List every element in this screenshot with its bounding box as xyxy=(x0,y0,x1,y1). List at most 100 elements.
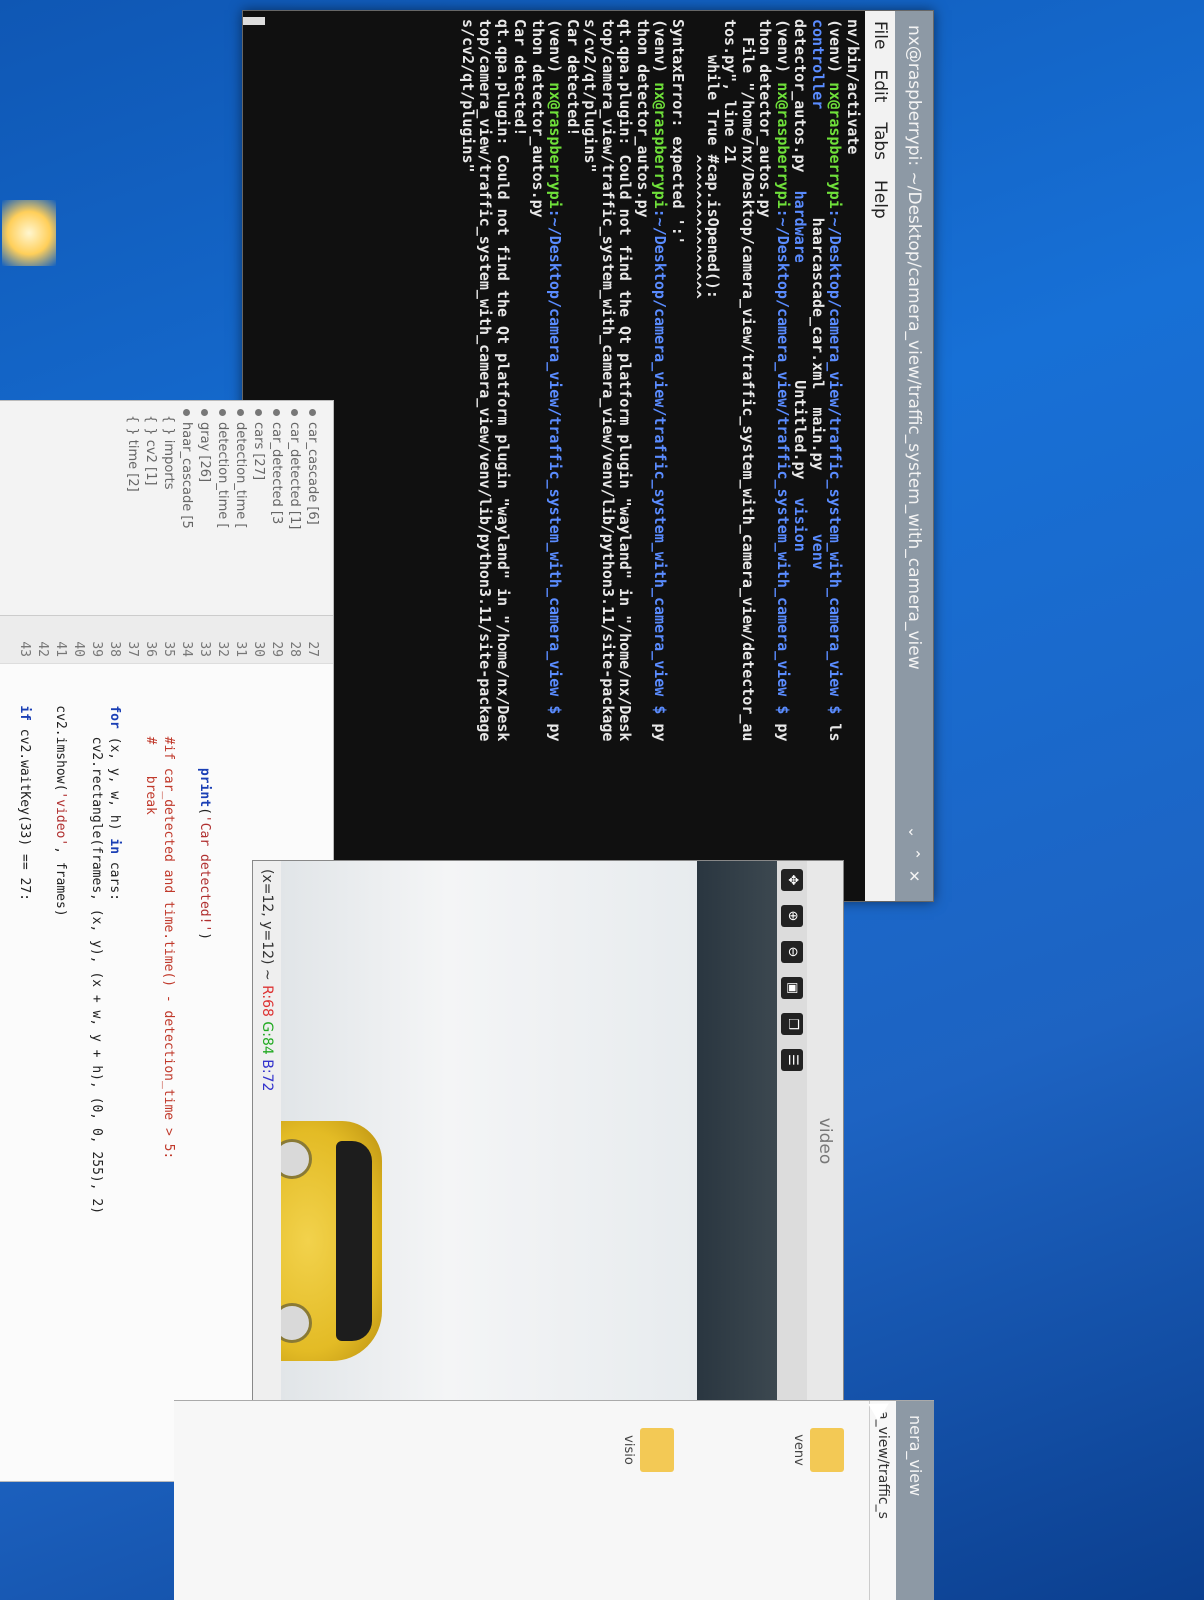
zoom-out-icon[interactable]: ⊖ xyxy=(781,941,803,963)
properties-icon[interactable]: ☰ xyxy=(781,1049,803,1071)
folder-vision[interactable]: visio xyxy=(621,1415,674,1485)
video-title: video xyxy=(815,1117,835,1165)
terminal-line: (venv) nx@raspberrypi:~/Desktop/camera_v… xyxy=(546,19,565,893)
code-line[interactable]: if cv2.waitKey(33) == 27: xyxy=(15,664,33,1481)
code-line[interactable] xyxy=(231,664,249,1481)
maximize-icon[interactable]: ⌃ xyxy=(905,843,923,865)
save-image-icon[interactable]: ▣ xyxy=(781,977,803,999)
minimize-icon[interactable]: ⌄ xyxy=(905,821,923,843)
terminal-text: nv/bin/activate xyxy=(844,19,862,155)
terminal-text: ls xyxy=(826,723,845,742)
menu-edit[interactable]: Edit xyxy=(870,69,890,102)
prompt-user: nx@raspberrypi xyxy=(546,82,565,209)
terminal-text: s/cv2/qt/plugins" xyxy=(581,19,600,173)
code-line[interactable] xyxy=(177,664,195,1481)
outline-item[interactable]: gray [26] xyxy=(195,401,213,615)
folder-label: visio xyxy=(621,1435,636,1465)
variable-icon xyxy=(309,409,316,416)
outline-item[interactable]: car_cascade [6] xyxy=(303,401,321,615)
terminal-text: py xyxy=(546,723,565,742)
outline-item[interactable]: detection_time [ xyxy=(213,401,231,615)
desktop: nx@raspberrypi: ~/Desktop/camera_view/tr… xyxy=(0,0,1204,1600)
zoom-in-icon[interactable]: ⊕ xyxy=(781,905,803,927)
prompt-path: :~/Desktop/camera_view/traffic_system_wi… xyxy=(826,208,845,724)
outline-item[interactable]: { } cv2 [1] xyxy=(141,401,159,615)
outline-item[interactable]: { } imports xyxy=(159,401,177,615)
outline-label: { } imports xyxy=(161,415,176,490)
menu-help[interactable]: Help xyxy=(870,180,890,219)
video-window[interactable]: video ✥ ⊕ ⊖ ▣ ❐ ☰ (x=12, y=12) ~ R:68 G:… xyxy=(252,860,844,1422)
terminal-text: File "/home/nx/Desktop/camera_view/traff… xyxy=(739,19,757,742)
terminal-text: haarcascade_car.xml main.py xyxy=(809,109,827,534)
video-background-floor xyxy=(697,861,777,1421)
outline-item[interactable]: car_detected [1] xyxy=(285,401,303,615)
variable-icon xyxy=(291,409,298,416)
outline-label: haar_cascade [5 xyxy=(179,422,194,529)
menu-tabs[interactable]: Tabs xyxy=(870,122,890,160)
line-number-gutter: 27 28 29 30 31 32 33 34 35 36 37 38 39 40 41 42 43 xyxy=(0,616,333,664)
line-number: 42 xyxy=(35,641,50,657)
terminal-window[interactable]: nx@raspberrypi: ~/Desktop/camera_view/tr… xyxy=(242,10,934,902)
terminal-line: (venv) nx@raspberrypi:~/Desktop/camera_v… xyxy=(651,19,670,893)
terminal-text: py xyxy=(651,723,670,742)
code-line[interactable]: #if car_detected and time.time() - detec… xyxy=(159,664,177,1481)
terminal-text: thon detector_autos.py xyxy=(529,19,547,218)
code-line[interactable]: print('Car detected!') xyxy=(195,664,213,1481)
outline-item[interactable]: detection_time [ xyxy=(231,401,249,615)
file-manager-title: nera_view xyxy=(896,1401,934,1600)
line-number: 39 xyxy=(89,641,104,657)
outline-item[interactable]: { } time [2] xyxy=(123,401,141,615)
folder-icon xyxy=(640,1428,674,1472)
terminal-text: Untitled.py xyxy=(791,262,810,498)
code-line[interactable] xyxy=(33,664,51,1481)
terminal-text: (venv) xyxy=(826,19,845,83)
outline-label: cars [27] xyxy=(251,422,266,481)
pan-icon[interactable]: ✥ xyxy=(781,869,803,891)
prompt-path: controller xyxy=(809,19,827,110)
terminal-text: (venv) xyxy=(774,19,792,83)
code-line[interactable]: # break xyxy=(141,664,159,1481)
code-line[interactable]: for (x, y, w, h) in cars: xyxy=(105,664,123,1481)
terminal-text: s/cv2/qt/plugins" xyxy=(459,19,477,173)
variable-icon xyxy=(201,409,208,416)
outline-item[interactable]: car_detected [3 xyxy=(267,401,285,615)
code-line[interactable] xyxy=(213,664,231,1481)
outline-item[interactable]: cars [27] xyxy=(249,401,267,615)
prompt-path: hardware xyxy=(791,190,810,263)
line-number: 27 xyxy=(305,641,320,657)
code-line[interactable]: cv2.rectangle(frames, (x, y), (x + w, y … xyxy=(87,664,105,1481)
file-manager-window[interactable]: nera_view a_view/traffic_s venv visio xyxy=(174,1400,934,1600)
outline-label: car_detected [3 xyxy=(269,422,284,525)
line-number: 32 xyxy=(215,641,230,657)
terminal-titlebar[interactable]: nx@raspberrypi: ~/Desktop/camera_view/tr… xyxy=(895,11,933,901)
terminal-line: thon detector_autos.py xyxy=(756,19,775,893)
copy-image-icon[interactable]: ❐ xyxy=(781,1013,803,1035)
terminal-line: while True #cap.isOpened(): xyxy=(704,19,722,893)
outline-label: car_cascade [6] xyxy=(305,422,320,525)
menu-file[interactable]: File xyxy=(870,21,890,49)
code-line[interactable] xyxy=(123,664,141,1481)
video-frame[interactable] xyxy=(281,861,777,1421)
terminal-title: nx@raspberrypi: ~/Desktop/camera_view/tr… xyxy=(904,25,924,670)
terminal-text: top/camera_view/traffic_system_with_came… xyxy=(599,19,617,742)
car-headlight-right xyxy=(281,1303,312,1343)
video-toolbar: ✥ ⊕ ⊖ ▣ ❐ ☰ xyxy=(777,861,807,1421)
prompt-user: nx@raspberrypi xyxy=(651,82,670,209)
terminal-line: Car detected! xyxy=(564,19,582,893)
folder-venv[interactable]: venv xyxy=(791,1415,844,1485)
terminal-output[interactable]: nv/bin/activate (venv) nx@raspberrypi:~/D… xyxy=(257,11,865,901)
outline-label: car_detected [1] xyxy=(287,422,302,530)
close-icon[interactable]: ✕ xyxy=(905,865,923,887)
file-manager-path[interactable]: a_view/traffic_s xyxy=(869,1401,896,1600)
pixel-g-value: G:84 xyxy=(259,1021,275,1055)
code-line[interactable] xyxy=(69,664,87,1481)
terminal-line: (venv) nx@raspberrypi:~/Desktop/camera_v… xyxy=(826,19,845,893)
code-line[interactable]: cv2.imshow('video', frames) xyxy=(51,664,69,1481)
outline-item[interactable]: haar_cascade [5 xyxy=(177,401,195,615)
variable-icon xyxy=(219,409,226,416)
video-titlebar[interactable]: video xyxy=(807,861,843,1421)
outline-label: gray [26] xyxy=(197,422,212,483)
terminal-scrollbar[interactable] xyxy=(243,17,265,25)
video-statusbar: (x=12, y=12) ~ R:68 G:84 B:72 xyxy=(253,861,281,1421)
terminal-text: Car detected! xyxy=(511,19,530,137)
